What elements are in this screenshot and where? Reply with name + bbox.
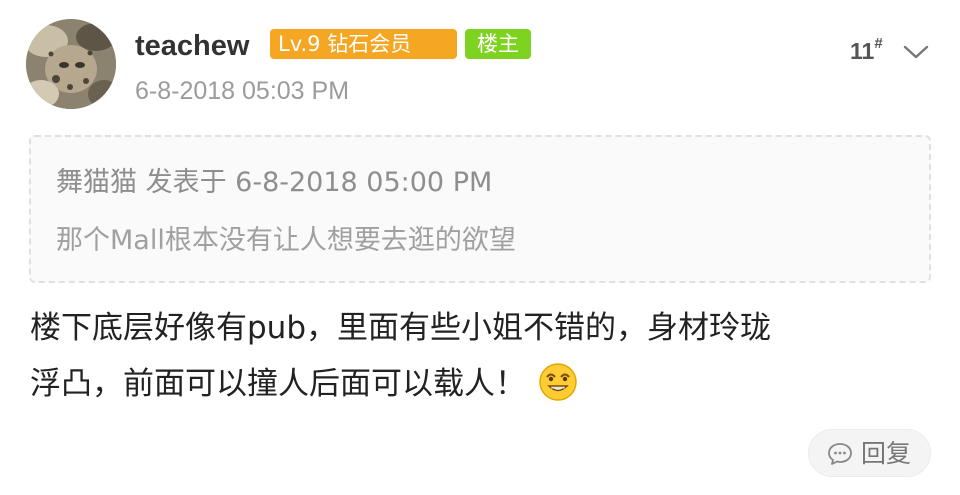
post-content-line-1: 楼下底层好像有pub，里面有些小姐不错的，身材玲珑 <box>30 310 772 346</box>
floor-hash-symbol: # <box>874 35 883 52</box>
op-badge: 楼主 <box>465 29 531 59</box>
username[interactable]: teachew <box>135 26 249 66</box>
forum-post: teachew Lv.9 钻石会员 楼主 6-8-2018 05:03 PM 1… <box>0 0 960 495</box>
cat-avatar-icon <box>26 19 116 109</box>
quote-header: 舞猫猫 发表于 6-8-2018 05:00 PM <box>56 167 493 198</box>
comment-bubble-icon <box>828 443 852 465</box>
floor-number: 11# <box>850 35 883 65</box>
chevron-down-icon[interactable] <box>902 42 930 62</box>
quote-text: 那个Mall根本没有让人想要去逛的欲望 <box>56 225 516 256</box>
reply-button-label: 回复 <box>861 439 912 468</box>
avatar[interactable] <box>26 19 116 109</box>
grinning-face-emoji-icon <box>539 363 577 401</box>
post-timestamp: 6-8-2018 05:03 PM <box>135 77 350 105</box>
quoted-post[interactable]: 舞猫猫 发表于 6-8-2018 05:00 PM 那个Mall根本没有让人想要… <box>29 135 931 283</box>
post-content-line-2: 浮凸，前面可以撞人后面可以载人！ <box>30 356 930 412</box>
post-content-line-2-text: 浮凸，前面可以撞人后面可以载人！ <box>30 366 526 402</box>
floor-number-value: 11 <box>850 38 875 64</box>
level-badge: Lv.9 钻石会员 <box>270 29 457 59</box>
post-content: 楼下底层好像有pub，里面有些小姐不错的，身材玲珑 浮凸，前面可以撞人后面可以载… <box>30 300 930 412</box>
reply-button[interactable]: 回复 <box>808 429 931 477</box>
